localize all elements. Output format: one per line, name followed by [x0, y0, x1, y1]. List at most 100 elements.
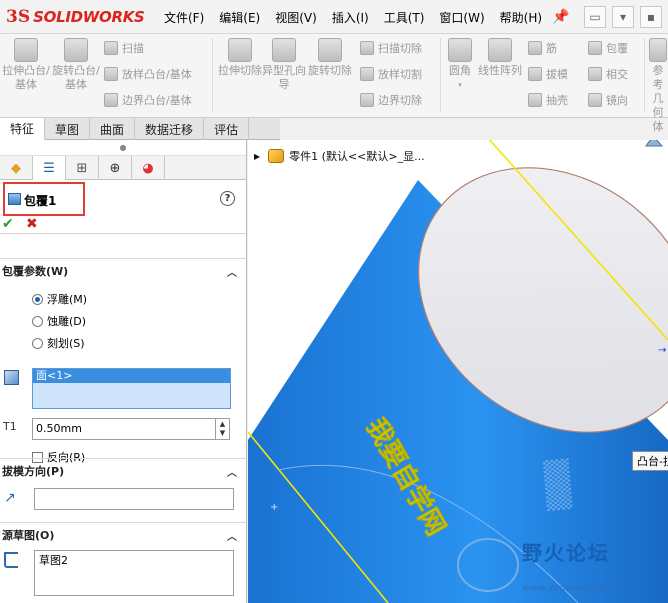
- menu-window[interactable]: 窗口(W): [439, 9, 484, 26]
- tab-evaluate[interactable]: 评估: [204, 118, 250, 140]
- configuration-manager-tab[interactable]: ⊞: [66, 156, 99, 180]
- source-sketch-section: 源草图(O) ︿ 草图2: [0, 522, 246, 603]
- tab-features[interactable]: 特征: [0, 118, 46, 140]
- reference-geometry-label: 参考几何体: [652, 64, 664, 133]
- menu-help[interactable]: 帮助(H): [500, 9, 542, 26]
- feature-tree-flyout[interactable]: ▶ 零件1 (默认<<默认>_显...: [254, 148, 425, 164]
- collapse-chevron-icon[interactable]: ︿: [227, 264, 237, 279]
- collapse-chevron-icon[interactable]: ︿: [227, 464, 237, 479]
- linear-pattern-button[interactable]: 线性阵列: [476, 38, 524, 78]
- menu-edit[interactable]: 编辑(E): [219, 9, 260, 26]
- shell-button[interactable]: 抽壳: [528, 90, 568, 110]
- revolve-cut-label: 旋转切除: [308, 64, 352, 77]
- pin-icon[interactable]: 📌: [552, 9, 569, 25]
- solidworks-logo[interactable]: 3S SOLIDWORKS: [0, 0, 146, 34]
- scribe-radio[interactable]: [32, 337, 43, 349]
- deboss-radio[interactable]: [32, 315, 43, 327]
- hole-wizard-icon: [272, 38, 296, 62]
- source-sketch-list[interactable]: 草图2: [34, 550, 234, 596]
- configuration-icon: ⊞: [76, 160, 88, 176]
- sketch-icon: [4, 552, 18, 568]
- revolve-boss-icon: [64, 38, 88, 62]
- origin-marker: +: [270, 502, 278, 513]
- selected-face-item[interactable]: 面<1>: [33, 369, 230, 383]
- scribe-radio-row[interactable]: 刻划(S): [32, 334, 85, 352]
- tab-surfaces[interactable]: 曲面: [90, 118, 136, 140]
- sweep-button[interactable]: 扫描: [104, 38, 144, 58]
- feature-tree-icon: ◆: [11, 160, 21, 176]
- model-view: + → 我要自学网 ▒▒▒: [248, 140, 668, 603]
- mirror-button[interactable]: 镜向: [588, 90, 628, 110]
- linear-pattern-icon: [488, 38, 512, 62]
- display-manager-tab[interactable]: ◕: [132, 156, 165, 180]
- rib-button[interactable]: 筋: [528, 38, 557, 58]
- mirror-icon: [588, 93, 602, 107]
- draft-button[interactable]: 拔模: [528, 64, 568, 84]
- ds-logo-mark: 3S: [6, 7, 31, 27]
- extrude-cut-label: 拉伸切除: [218, 64, 262, 77]
- save-icon[interactable]: ▪: [640, 6, 662, 28]
- cancel-x-icon[interactable]: ✖: [26, 216, 38, 232]
- ok-check-icon[interactable]: ✔: [2, 216, 14, 232]
- linear-pattern-label: 线性阵列: [478, 64, 522, 77]
- property-manager-tab[interactable]: ☰: [33, 156, 66, 180]
- loft-boss-button[interactable]: 放样凸台/基体: [104, 64, 192, 84]
- tab-sketch[interactable]: 草图: [45, 118, 91, 140]
- pull-direction-input[interactable]: [34, 488, 234, 510]
- boundary-cut-button[interactable]: 边界切除: [360, 90, 422, 110]
- menu-bar: 文件(F) 编辑(E) 视图(V) 插入(I) 工具(T) 窗口(W) 帮助(H…: [164, 0, 557, 34]
- source-sketch-header[interactable]: 源草图(O) ︿: [0, 522, 246, 546]
- thickness-spinner[interactable]: ▲ ▼: [216, 418, 230, 440]
- expand-arrow-icon[interactable]: ▶: [254, 152, 260, 161]
- swept-cut-button[interactable]: 扫描切除: [360, 38, 422, 58]
- color-wheel-icon: ◕: [142, 160, 154, 176]
- extrude-boss-button[interactable]: 拉伸凸台/基体: [0, 38, 52, 92]
- wrap-parameters-header[interactable]: 包覆参数(W) ︿: [0, 258, 246, 282]
- fillet-icon: [448, 38, 472, 62]
- lofted-cut-icon: [360, 67, 374, 81]
- reference-geometry-button[interactable]: 参考几何体: [648, 38, 668, 134]
- hole-wizard-button[interactable]: 异型孔向导: [258, 38, 310, 92]
- collapse-chevron-icon[interactable]: ︿: [227, 528, 237, 543]
- revolve-cut-button[interactable]: 旋转切除: [304, 38, 356, 78]
- graphics-area[interactable]: + → 我要自学网 ▒▒▒ ▶ 零件1 (默认<<默认>_显... 凸台-拉 野…: [248, 140, 668, 603]
- wrap-button[interactable]: 包覆: [588, 38, 628, 58]
- title-bar: 3S SOLIDWORKS 文件(F) 编辑(E) 视图(V) 插入(I) 工具…: [0, 0, 668, 34]
- new-document-icon[interactable]: ▭: [584, 6, 606, 28]
- open-folder-icon[interactable]: ▾: [612, 6, 634, 28]
- wrap-icon: [588, 41, 602, 55]
- face-selection-list[interactable]: 面<1>: [32, 368, 231, 409]
- ribbon-divider: [644, 38, 645, 112]
- part-name: 零件1 (默认<<默认>_显...: [289, 150, 425, 163]
- boundary-boss-button[interactable]: 边界凸台/基体: [104, 90, 192, 110]
- reference-geometry-icon: [649, 38, 667, 62]
- menu-file[interactable]: 文件(F): [164, 9, 204, 26]
- extrude-boss-icon: [14, 38, 38, 62]
- ribbon-divider: [212, 38, 213, 112]
- solidworks-wordmark: SOLIDWORKS: [33, 8, 145, 26]
- property-list-icon: ☰: [43, 160, 55, 176]
- feature-manager-tab[interactable]: ◆: [0, 156, 33, 180]
- help-icon[interactable]: ?: [220, 191, 235, 206]
- swept-cut-icon: [360, 41, 374, 55]
- tab-data-migration[interactable]: 数据迁移: [135, 118, 205, 140]
- pull-direction-header[interactable]: 拔模方向(P) ︿: [0, 458, 246, 482]
- revolve-cut-icon: [318, 38, 342, 62]
- intersect-button[interactable]: 相交: [588, 64, 628, 84]
- lofted-cut-button[interactable]: 放样切割: [360, 64, 422, 84]
- draft-icon: [528, 67, 542, 81]
- emboss-radio-row[interactable]: 浮雕(M): [32, 290, 87, 308]
- selection-arrow: →: [658, 345, 666, 356]
- dimxpert-tab[interactable]: ⊕: [99, 156, 132, 180]
- deboss-radio-row[interactable]: 蚀雕(D): [32, 312, 86, 330]
- thickness-input[interactable]: 0.50mm: [32, 418, 216, 440]
- emboss-radio[interactable]: [32, 293, 43, 305]
- panel-grip[interactable]: ●: [0, 140, 246, 156]
- feature-title: 包覆1: [24, 194, 57, 208]
- menu-insert[interactable]: 插入(I): [332, 9, 369, 26]
- quick-access-toolbar: ▭ ▾ ▪: [584, 4, 668, 30]
- menu-tools[interactable]: 工具(T): [384, 9, 425, 26]
- feature-tooltip: 凸台-拉: [632, 451, 668, 471]
- menu-view[interactable]: 视图(V): [275, 9, 317, 26]
- revolve-boss-button[interactable]: 旋转凸台/基体: [50, 38, 102, 92]
